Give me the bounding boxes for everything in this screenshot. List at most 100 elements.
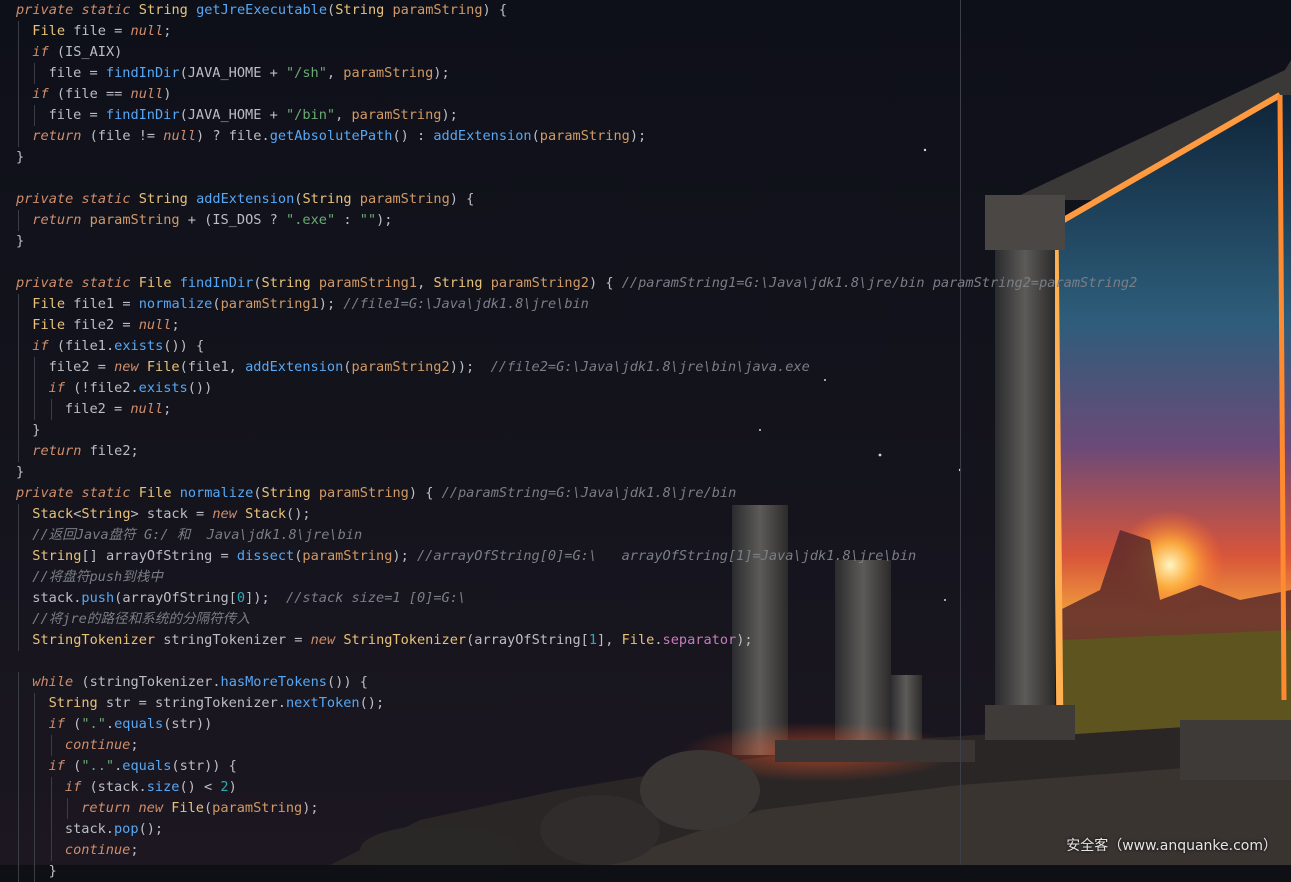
code-line[interactable]: continue;	[65, 840, 139, 861]
code-token: .	[654, 632, 663, 648]
code-line[interactable]: file = findInDir(JAVA_HOME + "/bin", par…	[49, 105, 458, 126]
code-token: ;	[163, 401, 172, 417]
indent-guide	[34, 861, 36, 882]
code-token: (	[531, 128, 540, 144]
code-token: );	[736, 632, 753, 648]
code-token: //将jre的路径和系统的分隔符传入	[32, 611, 250, 627]
code-line[interactable]: if (file1.exists()) {	[32, 336, 204, 357]
code-line[interactable]: File file2 = null;	[32, 315, 179, 336]
code-token: ;	[130, 842, 139, 858]
code-token: file2 =	[73, 317, 139, 333]
code-editor[interactable]: private static String getJreExecutable(S…	[0, 0, 1291, 882]
code-token: :	[335, 212, 360, 228]
indent-guide	[18, 378, 19, 399]
code-line[interactable]: if (stack.size() < 2)	[65, 777, 237, 798]
code-token: return	[32, 443, 90, 459]
code-line[interactable]: return new File(paramString);	[81, 798, 318, 819]
indent-guide	[50, 819, 52, 840]
code-token: String	[261, 275, 319, 291]
code-line[interactable]: String[] arrayOfString = dissect(paramSt…	[32, 546, 916, 567]
code-token: separator	[662, 632, 737, 648]
code-token: file =	[48, 65, 106, 81]
code-line[interactable]: stack.push(arrayOfString[0]); //stack si…	[32, 588, 466, 609]
code-token: normalize	[179, 485, 254, 501]
code-token: (JAVA_HOME +	[179, 65, 286, 81]
code-token: str = stringTokenizer.	[105, 695, 286, 711]
code-line[interactable]: File file = null;	[32, 21, 171, 42]
indent-guide	[18, 714, 19, 735]
code-token: }	[32, 422, 41, 438]
code-token: (	[253, 275, 262, 291]
code-token: String	[32, 548, 82, 564]
code-line[interactable]: Stack<String> stack = new Stack();	[32, 504, 310, 525]
indent-guide	[18, 567, 19, 588]
code-token: file =	[48, 107, 106, 123]
code-line[interactable]: return paramString + (IS_DOS ? ".exe" : …	[32, 210, 392, 231]
code-line[interactable]: }	[49, 861, 57, 882]
code-token: ));	[449, 359, 491, 375]
code-token: ()) {	[326, 674, 368, 690]
indent-guide	[50, 777, 52, 798]
code-token: .	[105, 716, 115, 732]
code-line[interactable]: private static String addExtension(Strin…	[16, 189, 474, 210]
code-token: File	[138, 485, 180, 501]
code-token: size	[146, 779, 180, 795]
code-token: ;	[163, 23, 172, 39]
code-line[interactable]: file2 = null;	[65, 399, 171, 420]
code-line[interactable]: //将盘符push到栈中	[32, 567, 163, 588]
code-token: new	[310, 632, 344, 648]
code-line[interactable]: StringTokenizer stringTokenizer = new St…	[32, 630, 752, 651]
code-line[interactable]: File file1 = normalize(paramString1); //…	[32, 294, 589, 315]
code-line[interactable]: if ("..".equals(str)) {	[49, 756, 237, 777]
code-token: equals	[114, 716, 164, 732]
code-line[interactable]: //将jre的路径和系统的分隔符传入	[32, 609, 250, 630]
code-token: ;	[130, 737, 139, 753]
code-line[interactable]: }	[16, 231, 24, 252]
indent-guide	[18, 756, 19, 777]
code-line[interactable]: if (IS_AIX)	[32, 42, 122, 63]
indent-guide	[18, 609, 19, 630]
code-line[interactable]: return (file != null) ? file.getAbsolute…	[32, 126, 646, 147]
code-line[interactable]: while (stringTokenizer.hasMoreTokens()) …	[32, 672, 368, 693]
code-token: new	[114, 359, 147, 375]
code-line[interactable]: file2 = new File(file1, addExtension(par…	[49, 357, 810, 378]
code-token: getAbsolutePath	[269, 128, 393, 144]
code-line[interactable]: private static String getJreExecutable(S…	[16, 0, 507, 21]
code-token: File	[621, 632, 655, 648]
code-token: //file1=G:\Java\jdk1.8\jre\bin	[343, 296, 589, 312]
indent-guide	[18, 126, 19, 147]
code-token: > stack =	[130, 506, 213, 522]
indent-guide	[66, 798, 68, 819]
code-token: Stack	[32, 506, 74, 522]
code-token: exists	[114, 338, 164, 354]
code-line[interactable]: continue;	[65, 735, 139, 756]
code-token: [] arrayOfString =	[81, 548, 237, 564]
code-line[interactable]: if (file == null)	[32, 84, 171, 105]
code-token: (	[203, 800, 213, 816]
code-token: (file1.	[56, 338, 115, 354]
code-token: if	[32, 338, 57, 354]
code-token: push	[81, 590, 115, 606]
code-token: ) {	[482, 2, 508, 18]
code-token: }	[16, 464, 25, 480]
code-token: null	[130, 86, 164, 102]
code-token: }	[16, 233, 25, 249]
code-line[interactable]: private static File normalize(String par…	[16, 483, 736, 504]
code-line[interactable]: private static File findInDir(String par…	[16, 273, 1137, 294]
code-line[interactable]: String str = stringTokenizer.nextToken()…	[49, 693, 385, 714]
code-line[interactable]: if (".".equals(str))	[49, 714, 213, 735]
code-line[interactable]: if (!file2.exists())	[49, 378, 213, 399]
indent-guide	[18, 357, 19, 378]
code-token: pop	[114, 821, 139, 837]
indent-guide	[34, 105, 36, 126]
code-line[interactable]: return file2;	[32, 441, 138, 462]
code-line[interactable]: file = findInDir(JAVA_HOME + "/sh", para…	[49, 63, 450, 84]
code-line[interactable]: }	[16, 462, 24, 483]
indent-guide	[18, 294, 19, 315]
code-line[interactable]: }	[16, 147, 24, 168]
code-line[interactable]: stack.pop();	[65, 819, 163, 840]
indent-guide	[50, 840, 52, 861]
code-line[interactable]: //返回Java盘符 G:/ 和 Java\jdk1.8\jre\bin	[32, 525, 362, 546]
code-token: String	[433, 275, 491, 291]
code-line[interactable]: }	[32, 420, 40, 441]
